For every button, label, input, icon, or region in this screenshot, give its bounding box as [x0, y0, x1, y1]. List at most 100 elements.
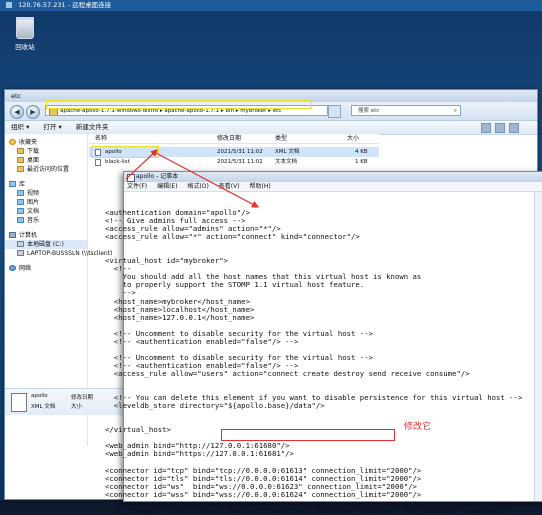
nav-network[interactable]: 网络 [5, 264, 87, 273]
explorer-title: etc [5, 90, 537, 102]
menu-file[interactable]: 文件(F) [127, 183, 147, 190]
view-options-icon[interactable] [481, 123, 491, 133]
nav-favorites[interactable]: 收藏夹 [5, 138, 87, 147]
file-size: 4 KB [355, 149, 368, 155]
music-icon [17, 217, 24, 223]
rdp-title-bar: 120.76.57.231 - 远程桌面连接 [0, 0, 542, 11]
nav-label: 桌面 [27, 157, 40, 164]
network-icon [9, 265, 16, 271]
vertical-scrollbar[interactable] [534, 192, 542, 501]
nav-recent[interactable]: 最近访问的位置 [5, 165, 87, 174]
address-bar[interactable]: apache-apollo-1.7.1-windows-distro ▸ apa… [45, 105, 328, 116]
details-modified-label: 修改日期 [71, 395, 94, 401]
back-button[interactable]: ◀ [10, 105, 24, 119]
xml-content: <authentication domain="apollo"/> <!-- Gi… [105, 208, 522, 515]
nav-label: 本地磁盘 (C:) [27, 241, 64, 248]
nav-laptop[interactable]: LAPTOP-BUSSSLN (\\tsclient) [5, 249, 112, 258]
search-input[interactable]: 搜索 etc ⌕ [351, 105, 461, 116]
recycle-bin-label: 回收站 [15, 43, 35, 51]
nav-documents[interactable]: 文档 [5, 207, 87, 216]
star-icon [9, 139, 16, 145]
nav-label: 图片 [27, 199, 40, 206]
folder-icon [49, 108, 58, 115]
code-line: <access_rule allow="*" action="connect" … [105, 232, 360, 242]
column-size[interactable]: 大小 [347, 134, 359, 143]
code-line: to properly support the STOMP 1.1 virtua… [105, 280, 365, 290]
drive-icon [17, 241, 24, 247]
code-line: <access_rule allow="users" action="conne… [105, 368, 470, 378]
text-file-icon [95, 159, 101, 166]
file-size: 1 KB [355, 159, 368, 165]
view-controls [477, 123, 519, 138]
code-line: <key_storage file="${apollo.base}/etc/ke… [105, 505, 514, 515]
computer-icon [9, 232, 16, 238]
nav-computer[interactable]: 计算机 [5, 231, 87, 240]
menu-view[interactable]: 查看(V) [219, 183, 240, 190]
column-name[interactable]: 名称 [95, 134, 107, 143]
search-icon: ⌕ [453, 108, 457, 114]
nav-local-disk[interactable]: 本地磁盘 (C:) [5, 240, 87, 249]
address-toolbar: ◀ ▶ apache-apollo-1.7.1-windows-distro ▸… [5, 102, 537, 121]
picture-icon [17, 199, 24, 205]
nav-label: 收藏夹 [19, 139, 38, 146]
file-type: 文本文档 [275, 159, 298, 165]
forward-button[interactable]: ▶ [26, 105, 40, 119]
file-date: 2021/5/31 11:02 [217, 149, 263, 155]
file-list-header: 名称 修改日期 类型 大小 [89, 134, 379, 144]
rdp-title: 120.76.57.231 - 远程桌面连接 [18, 1, 112, 9]
network-drive-icon [17, 250, 24, 256]
nav-downloads[interactable]: 下载 [5, 147, 87, 156]
notepad-title: apollo - 记事本 [124, 172, 542, 182]
new-folder-button[interactable]: 新建文件夹 [76, 123, 109, 131]
menu-help[interactable]: 帮助(H) [250, 183, 271, 190]
column-type[interactable]: 类型 [275, 134, 287, 143]
library-icon [9, 181, 16, 187]
nav-pictures[interactable]: 图片 [5, 198, 87, 207]
refresh-button[interactable] [328, 105, 341, 118]
recycle-bin-shortcut[interactable]: 回收站 [8, 17, 42, 51]
file-type: XML 文档 [275, 149, 300, 155]
xml-file-icon [11, 393, 27, 412]
details-name: apollo [31, 393, 48, 399]
recycle-bin-icon [16, 17, 34, 39]
menu-format[interactable]: 格式(O) [187, 183, 208, 190]
column-date[interactable]: 修改日期 [217, 134, 241, 143]
web-admin-highlight-box [221, 429, 395, 441]
code-line: <virtual_host id="mybroker"> [105, 256, 229, 266]
menu-edit[interactable]: 编辑(E) [157, 183, 177, 190]
nav-label: 最近访问的位置 [27, 166, 70, 173]
help-icon[interactable] [509, 123, 519, 133]
folder-icon [17, 148, 24, 154]
address-path: apache-apollo-1.7.1-windows-distro ▸ apa… [60, 108, 282, 114]
code-line: <!-- <authentication enabled="false"/> -… [105, 336, 299, 346]
command-bar: 组织 ▾ 打开 ▾ 新建文件夹 [5, 121, 537, 135]
file-row-black-list[interactable]: black-list 2021/5/31 11:02 文本文档 1 KB [89, 157, 379, 167]
code-line: <connector id="wss" bind="wss://0.0.0.0:… [105, 489, 422, 499]
nav-library[interactable]: 库 [5, 180, 87, 189]
search-placeholder: 搜索 etc [358, 108, 380, 114]
nav-label: 视频 [27, 190, 40, 197]
nav-label: 库 [19, 181, 26, 188]
notepad-window: apollo - 记事本 文件(F) 编辑(E) 格式(O) 查看(V) 帮助(… [105, 171, 542, 514]
modify-it-annotation: 修改它 [404, 422, 432, 432]
file-name: black-list [105, 159, 130, 165]
file-highlight-box [91, 146, 159, 158]
code-line: <web_admin bind="https://127.0.0.1:61681… [105, 449, 294, 459]
folder-icon [17, 157, 24, 163]
nav-label: 文档 [27, 208, 40, 215]
open-button[interactable]: 打开 ▾ [43, 123, 61, 131]
nav-music[interactable]: 音乐 [5, 216, 87, 225]
notepad-menu-bar: 文件(F) 编辑(E) 格式(O) 查看(V) 帮助(H) [124, 182, 542, 192]
details-size-label: 大小 [71, 404, 83, 410]
nav-desktop[interactable]: 桌面 [5, 156, 87, 165]
folder-icon [17, 166, 24, 172]
video-icon [17, 190, 24, 196]
preview-pane-icon[interactable] [495, 123, 505, 133]
nav-label: 下载 [27, 148, 40, 155]
nav-videos[interactable]: 视频 [5, 189, 87, 198]
nav-label: LAPTOP-BUSSSLN (\\tsclient) [27, 250, 113, 257]
organize-button[interactable]: 组织 ▾ [11, 123, 29, 131]
notepad-text-area[interactable]: <authentication domain="apollo"/> <!-- Gi… [105, 192, 535, 514]
